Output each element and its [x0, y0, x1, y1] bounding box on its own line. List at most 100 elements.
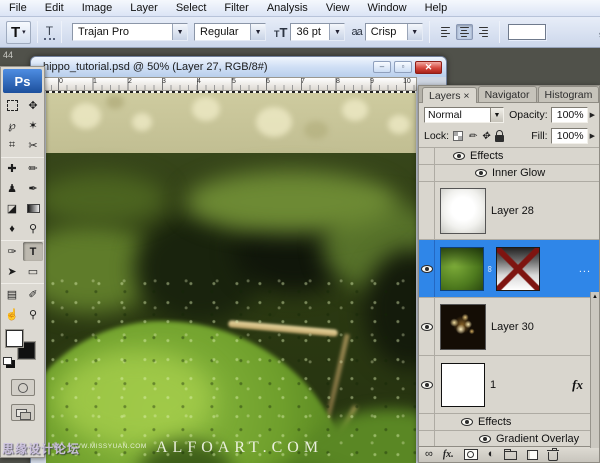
lock-transparency-icon[interactable] — [453, 131, 464, 141]
brush-tool[interactable]: ✏ — [23, 159, 43, 178]
lock-position-icon[interactable]: ✥ — [482, 131, 490, 142]
add-layer-mask-icon[interactable] — [463, 449, 478, 460]
menu-edit[interactable]: Edit — [36, 1, 73, 15]
visibility-toggle[interactable] — [419, 298, 435, 355]
layer-row-1[interactable]: 1 fx — [419, 356, 599, 414]
font-family-dropdown[interactable]: Trajan Pro ▼ — [72, 23, 189, 41]
inner-glow-row[interactable]: Inner Glow — [419, 165, 599, 182]
layer-mask-link-icon[interactable]: ∞ — [485, 263, 495, 275]
new-group-icon[interactable] — [504, 449, 518, 460]
pen-tool[interactable]: ✑ — [2, 242, 22, 261]
menu-layer[interactable]: Layer — [121, 1, 167, 15]
dodge-tool[interactable]: ⚲ — [23, 219, 43, 238]
document-titlebar[interactable]: hippo_tutorial.psd @ 50% (Layer 27, RGB/… — [31, 57, 446, 77]
menu-view[interactable]: View — [317, 1, 359, 15]
magic-wand-tool[interactable]: ✶ — [23, 116, 43, 135]
lock-pixels-icon[interactable]: ✏ — [468, 131, 476, 142]
visibility-eye-icon[interactable] — [420, 322, 433, 331]
warp-text-icon[interactable]: ⌇ — [597, 25, 600, 41]
layer-thumbnail[interactable] — [440, 303, 486, 350]
menu-filter[interactable]: Filter — [215, 1, 257, 15]
align-left-button[interactable] — [437, 24, 454, 40]
chevron-down-icon[interactable]: ▼ — [172, 24, 188, 40]
visibility-toggle[interactable] — [419, 182, 435, 239]
lock-all-icon[interactable] — [494, 129, 504, 142]
type-tool-preset-button[interactable]: T ▾ — [6, 20, 31, 44]
font-style-dropdown[interactable]: Regular ▼ — [194, 23, 267, 41]
hand-tool[interactable]: ☝ — [2, 305, 22, 324]
visibility-eye-icon[interactable] — [479, 435, 491, 443]
layer-thumbnail[interactable] — [441, 362, 485, 407]
visibility-eye-icon[interactable] — [453, 152, 465, 160]
layer-row-30[interactable]: Layer 30 — [419, 298, 599, 356]
opacity-spinner-icon[interactable]: ▶ — [588, 111, 595, 119]
gradient-tool[interactable] — [23, 199, 43, 218]
layer-row-28[interactable]: Layer 28 — [419, 182, 599, 240]
clone-stamp-tool[interactable]: ♟ — [2, 179, 22, 198]
visibility-eye-icon[interactable] — [420, 380, 433, 389]
screen-mode-button[interactable] — [10, 404, 35, 421]
menu-image[interactable]: Image — [73, 1, 122, 15]
visibility-eye-icon[interactable] — [475, 169, 487, 177]
opacity-input[interactable]: 100% — [550, 107, 588, 123]
chevron-down-icon[interactable]: ▼ — [406, 24, 422, 40]
default-colors-icon[interactable] — [3, 357, 12, 365]
type-tool[interactable]: T — [23, 242, 43, 261]
shape-tool[interactable]: ▭ — [23, 262, 43, 281]
lasso-tool[interactable]: ℘ — [2, 116, 22, 135]
link-layers-icon[interactable]: ∞ — [425, 449, 433, 460]
layer-name[interactable]: Layer 28 — [491, 205, 534, 217]
tab-navigator[interactable]: Navigator — [477, 86, 537, 102]
blur-tool[interactable]: ♦ — [2, 219, 22, 238]
menu-help[interactable]: Help — [416, 1, 457, 15]
layer-style-icon[interactable]: fx. — [443, 449, 454, 460]
history-brush-tool[interactable]: ✒ — [23, 179, 43, 198]
layer-fx-badge[interactable]: fx — [572, 377, 583, 393]
scroll-up-icon[interactable]: ▲ — [591, 292, 599, 302]
maximize-button[interactable]: ▫ — [394, 61, 412, 73]
layer-name[interactable]: Layer 30 — [491, 321, 534, 333]
effects-row-bottom[interactable]: Effects — [419, 414, 599, 431]
new-layer-icon[interactable] — [527, 449, 539, 460]
fill-input[interactable]: 100% — [550, 128, 588, 144]
crop-tool[interactable]: ⌗ — [2, 136, 22, 155]
adjustment-layer-icon[interactable]: ◐ — [488, 449, 495, 460]
path-selection-tool[interactable]: ➤ — [2, 262, 22, 281]
layers-scrollbar[interactable]: ▲ — [590, 292, 599, 448]
menu-analysis[interactable]: Analysis — [258, 1, 317, 15]
font-size-dropdown[interactable]: 36 pt ▼ — [290, 23, 346, 41]
blend-mode-dropdown[interactable]: Normal ▼ — [424, 107, 504, 123]
align-center-button[interactable] — [455, 24, 473, 40]
rectangular-marquee-tool[interactable] — [2, 96, 22, 115]
close-button[interactable]: ✕ — [415, 60, 442, 74]
foreground-color-swatch[interactable] — [6, 330, 23, 347]
delete-layer-icon[interactable] — [547, 447, 560, 461]
minimize-button[interactable]: – — [373, 61, 391, 73]
quick-mask-button[interactable] — [10, 379, 35, 396]
move-tool[interactable]: ✥ — [23, 96, 43, 115]
eyedropper-tool[interactable]: ✐ — [23, 285, 43, 304]
tab-layers[interactable]: Layers × — [422, 87, 477, 103]
chevron-down-icon[interactable]: ▼ — [490, 108, 503, 122]
text-orientation-icon[interactable]: T — [43, 24, 56, 40]
eraser-tool[interactable]: ◪ — [2, 199, 22, 218]
menu-window[interactable]: Window — [358, 1, 415, 15]
layer-row-selected[interactable]: ∞ ... — [419, 240, 599, 298]
chevron-down-icon[interactable]: ▼ — [329, 24, 345, 40]
fill-spinner-icon[interactable]: ▶ — [588, 132, 595, 140]
effects-row-top[interactable]: Effects — [419, 148, 599, 165]
visibility-eye-icon[interactable] — [461, 418, 473, 426]
canvas[interactable]: ✾ WWW.MISSYUAN.COM ALFOART.COM — [46, 91, 416, 463]
layer-name[interactable]: 1 — [490, 379, 496, 391]
chevron-down-icon[interactable]: ▼ — [250, 24, 266, 40]
menu-file[interactable]: File — [0, 1, 36, 15]
visibility-toggle[interactable] — [419, 240, 435, 297]
layer-mask-thumbnail[interactable] — [496, 246, 540, 291]
notes-tool[interactable]: ▤ — [2, 285, 22, 304]
visibility-toggle[interactable] — [419, 356, 435, 413]
visibility-eye-icon[interactable] — [420, 264, 433, 273]
menu-select[interactable]: Select — [167, 1, 216, 15]
anti-alias-dropdown[interactable]: Crisp ▼ — [364, 23, 423, 41]
text-color-swatch[interactable] — [507, 24, 546, 40]
tab-histogram[interactable]: Histogram — [537, 86, 600, 102]
